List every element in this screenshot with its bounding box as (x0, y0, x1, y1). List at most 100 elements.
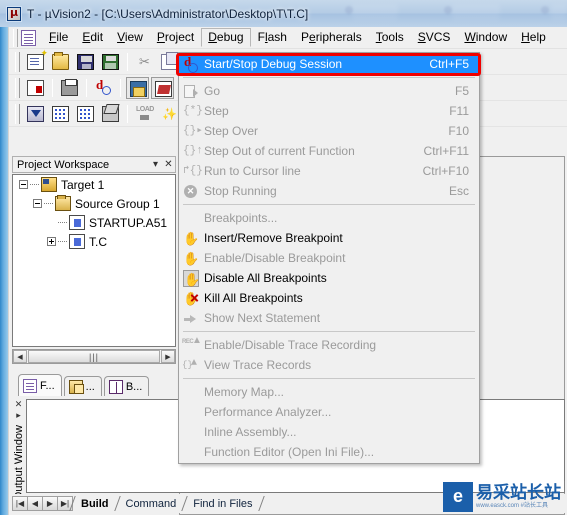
menuitem-kill-all-breakpoints[interactable]: ✋ Kill All Breakpoints (179, 288, 479, 308)
workspace-tab-regs[interactable]: ... (63, 376, 102, 396)
output-window-title: Output Window (12, 425, 25, 501)
workspace-tab-label: B... (125, 380, 143, 393)
menuitem-enable-disable-breakpoint[interactable]: ✋ Enable/Disable Breakpoint (179, 248, 479, 268)
project-tree[interactable]: Target 1 Source Group 1 STARTUP.A51 T.C (12, 174, 176, 347)
menu-view[interactable]: View (110, 28, 150, 47)
menuitem-label: Enable/Disable Trace Recording (204, 338, 377, 352)
load-icon[interactable]: LOAD (133, 103, 156, 125)
translate-icon[interactable] (49, 103, 72, 125)
menuitem-label: Start/Stop Debug Session (204, 57, 343, 71)
menuitem-label: Disable All Breakpoints (204, 271, 327, 285)
menu-peripherals[interactable]: Peripherals (294, 28, 369, 47)
menu-help[interactable]: Help (514, 28, 553, 47)
first-icon[interactable]: |◀ (12, 496, 28, 511)
menuitem-label: Step Out of current Function (204, 144, 355, 158)
tree-item-source-group[interactable]: Source Group 1 (13, 194, 175, 213)
menuitem-run-to-cursor[interactable]: ↱{} Run to Cursor line Ctrl+F10 (179, 161, 479, 181)
stop-build-icon[interactable] (99, 103, 122, 125)
rebuild-all-icon[interactable] (74, 103, 97, 125)
workspace-tab-files[interactable]: F... (18, 374, 62, 396)
menuitem-breakpoints[interactable]: Breakpoints... (179, 208, 479, 228)
toolbar-gripper[interactable] (15, 77, 20, 98)
new-file-icon[interactable]: ✦ (24, 48, 48, 73)
trace-view-icon: {} ▲ (182, 357, 198, 370)
tree-connector (58, 222, 67, 223)
menuitem-function-editor[interactable]: Function Editor (Open Ini File)... (179, 442, 479, 462)
bookmark-icon[interactable] (24, 77, 47, 99)
uvision-icon (6, 5, 22, 22)
no-icon (181, 424, 201, 441)
chevron-down-icon[interactable]: ▾ (149, 157, 162, 172)
file-icon (69, 215, 85, 230)
menuitem-label: View Trace Records (204, 358, 312, 372)
tree-item-tc[interactable]: T.C (13, 232, 175, 251)
prev-icon[interactable]: ◀ (27, 496, 43, 511)
output-tab-build[interactable]: Build (73, 495, 117, 512)
output-tab-command[interactable]: Command (118, 495, 185, 512)
toolbar-gripper[interactable] (15, 51, 20, 72)
file-icon (69, 234, 85, 249)
menuitem-step[interactable]: {*} Step F11 (179, 101, 479, 121)
close-icon[interactable]: ✕ (162, 157, 175, 172)
arrow-left-icon[interactable]: ◀ (13, 350, 27, 363)
menuitem-show-next-statement[interactable]: Show Next Statement (179, 308, 479, 328)
watermark-url: www.easck.com #站长工具 (476, 502, 549, 509)
tree-item-target[interactable]: Target 1 (13, 175, 175, 194)
chevron-down-icon[interactable]: ▸ (16, 410, 21, 421)
workspace-horizontal-scrollbar[interactable]: ◀ ||| ▶ (12, 349, 176, 364)
find-in-files-icon[interactable] (92, 77, 115, 99)
menu-project[interactable]: Project (150, 28, 201, 47)
cut-icon[interactable]: ✂ (133, 51, 156, 73)
project-window-icon[interactable] (126, 76, 149, 99)
menu-debug-label: ebug (216, 30, 244, 44)
menuitem-go[interactable]: Go F5 (179, 81, 479, 101)
output-window-sidebar: ✕ ▸ Output Window (12, 399, 25, 500)
save-icon[interactable] (74, 51, 97, 73)
save-all-icon[interactable] (99, 51, 122, 73)
menu-debug[interactable]: Debug (201, 28, 251, 47)
tree-item-startup[interactable]: STARTUP.A51 (13, 213, 175, 232)
open-file-icon[interactable] (49, 51, 72, 73)
close-icon[interactable]: ✕ (15, 399, 23, 410)
menuitem-enable-disable-trace-recording[interactable]: REC ▲ Enable/Disable Trace Recording (179, 335, 479, 355)
menubar-gripper[interactable] (13, 28, 18, 47)
menuitem-inline-assembly[interactable]: Inline Assembly... (179, 422, 479, 442)
menuitem-insert-remove-breakpoint[interactable]: ✋ Insert/Remove Breakpoint (179, 228, 479, 248)
stop-icon: ✕ (181, 183, 201, 200)
tree-toggle-minus-icon[interactable] (19, 180, 28, 189)
menuitem-view-trace-records[interactable]: {} ▲ View Trace Records (179, 355, 479, 375)
output-window-icon[interactable] (151, 76, 174, 99)
watermark-badge-icon: e (443, 481, 473, 512)
menu-separator (183, 331, 475, 332)
debug-dropdown-menu: Start/Stop Debug Session Ctrl+F5 Go F5 {… (178, 52, 480, 464)
menu-flash[interactable]: Flash (251, 28, 294, 47)
tree-toggle-minus-icon[interactable] (33, 199, 42, 208)
workspace-tab-books[interactable]: B... (103, 376, 150, 396)
menu-window[interactable]: Window (457, 28, 514, 47)
menuitem-label: Stop Running (204, 184, 277, 198)
menuitem-shortcut: F10 (448, 124, 469, 138)
menuitem-step-over[interactable]: {}▸ Step Over F10 (179, 121, 479, 141)
print-icon[interactable] (58, 77, 81, 99)
next-icon[interactable]: ▶ (42, 496, 58, 511)
menu-svcs[interactable]: SVCS (411, 28, 458, 47)
menuitem-disable-all-breakpoints[interactable]: ✋ Disable All Breakpoints (179, 268, 479, 288)
menu-file[interactable]: File (42, 28, 75, 47)
build-icon[interactable] (24, 103, 47, 125)
output-tab-find-in-files[interactable]: Find in Files (185, 495, 260, 512)
menuitem-start-stop-debug-session[interactable]: Start/Stop Debug Session Ctrl+F5 (179, 54, 479, 74)
menuitem-stop-running[interactable]: ✕ Stop Running Esc (179, 181, 479, 201)
scrollbar-thumb[interactable]: ||| (28, 350, 160, 363)
step-over-icon: {}▸ (183, 124, 203, 137)
arrow-right-icon[interactable]: ▶ (161, 350, 175, 363)
menuitem-performance-analyzer[interactable]: Performance Analyzer... (179, 402, 479, 422)
menuitem-step-out[interactable]: {}↑ Step Out of current Function Ctrl+F1… (179, 141, 479, 161)
menu-tools[interactable]: Tools (369, 28, 411, 47)
menu-separator (183, 204, 475, 205)
no-icon (181, 404, 201, 421)
menu-edit[interactable]: Edit (75, 28, 110, 47)
tree-connector (44, 203, 53, 204)
tree-toggle-plus-icon[interactable] (47, 237, 56, 246)
menuitem-memory-map[interactable]: Memory Map... (179, 382, 479, 402)
toolbar-gripper[interactable] (15, 103, 20, 124)
